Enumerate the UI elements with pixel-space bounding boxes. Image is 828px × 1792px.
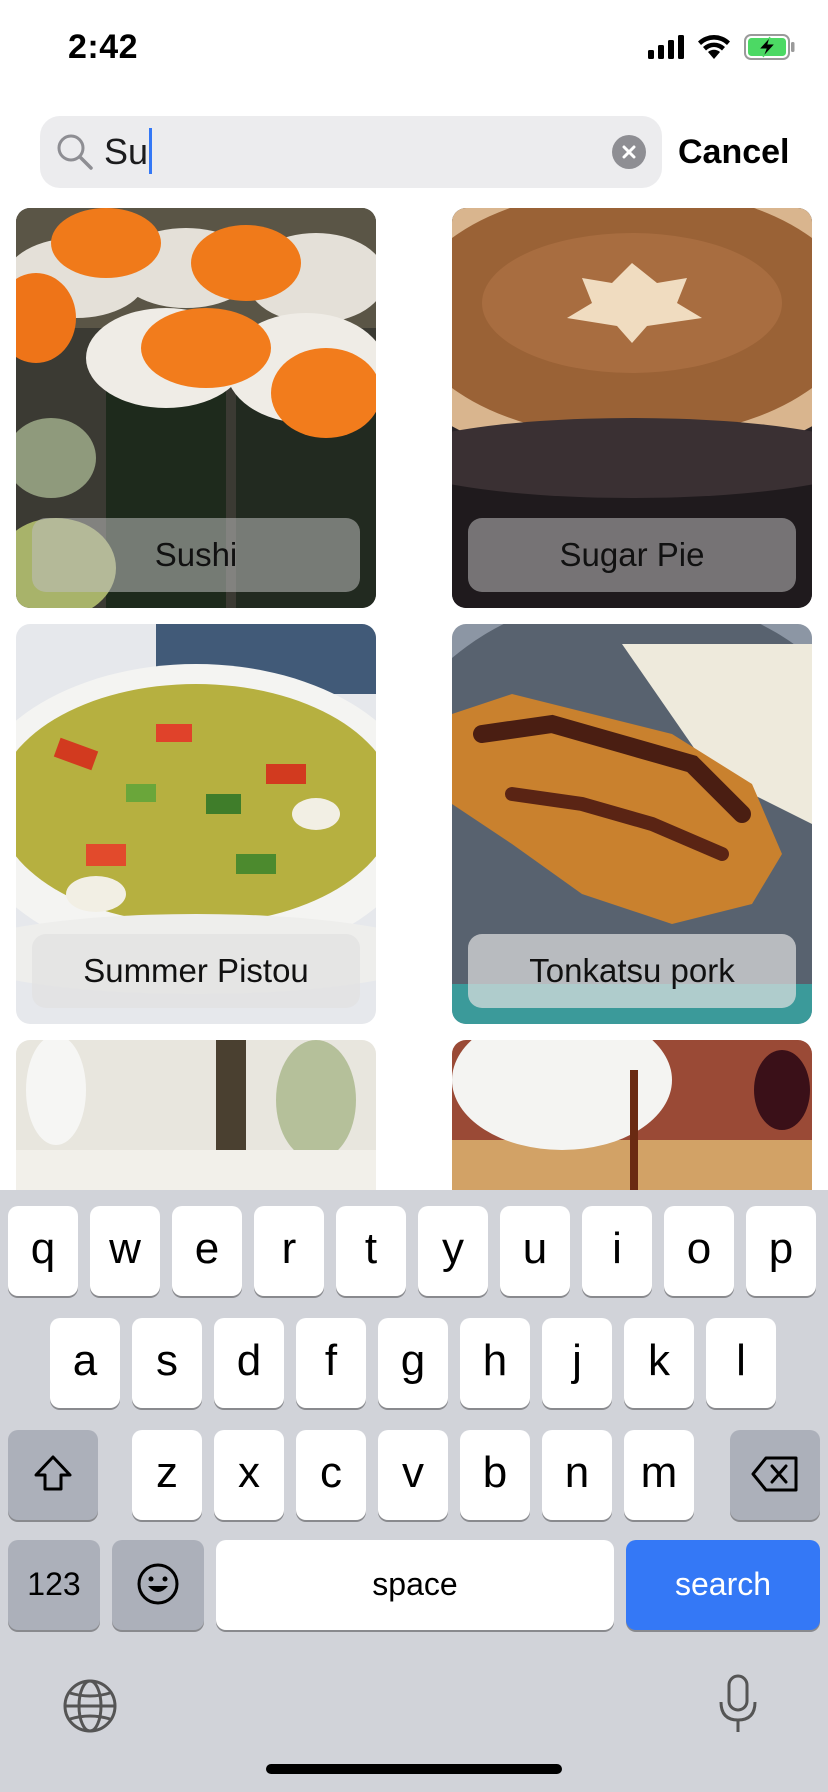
search-row: Su Cancel bbox=[40, 116, 800, 188]
signal-icon bbox=[648, 35, 684, 59]
battery-charging-icon bbox=[744, 34, 795, 60]
shift-key[interactable] bbox=[8, 1430, 98, 1520]
recipe-photo bbox=[16, 1040, 376, 1190]
key-n[interactable]: n bbox=[542, 1430, 612, 1520]
recipe-card-summer-pistou[interactable]: Summer Pistou bbox=[16, 624, 376, 1024]
shift-icon bbox=[34, 1455, 72, 1491]
key-e[interactable]: e bbox=[172, 1206, 242, 1296]
clear-search-button[interactable] bbox=[612, 135, 646, 169]
home-indicator[interactable] bbox=[266, 1764, 562, 1774]
key-u[interactable]: u bbox=[500, 1206, 570, 1296]
key-m[interactable]: m bbox=[624, 1430, 694, 1520]
key-q[interactable]: q bbox=[8, 1206, 78, 1296]
status-bar: 2:42 bbox=[0, 0, 828, 100]
key-a[interactable]: a bbox=[50, 1318, 120, 1408]
key-g[interactable]: g bbox=[378, 1318, 448, 1408]
key-h[interactable]: h bbox=[460, 1318, 530, 1408]
key-x[interactable]: x bbox=[214, 1430, 284, 1520]
search-results-grid: Sushi Sugar Pie Summer Pistou Tonkatsu p… bbox=[0, 208, 828, 1190]
key-v[interactable]: v bbox=[378, 1430, 448, 1520]
recipe-photo bbox=[452, 1040, 812, 1190]
text-caret bbox=[149, 128, 153, 175]
recipe-card[interactable] bbox=[16, 1040, 376, 1190]
space-key[interactable]: space bbox=[216, 1540, 614, 1630]
search-key[interactable]: search bbox=[626, 1540, 820, 1630]
recipe-card-sugar-pie[interactable]: Sugar Pie bbox=[452, 208, 812, 608]
key-r[interactable]: r bbox=[254, 1206, 324, 1296]
backspace-icon bbox=[751, 1456, 798, 1492]
cancel-button[interactable]: Cancel bbox=[678, 128, 790, 176]
key-b[interactable]: b bbox=[460, 1430, 530, 1520]
status-time: 2:42 bbox=[68, 28, 139, 66]
search-icon bbox=[57, 134, 93, 170]
search-field[interactable]: Su bbox=[40, 116, 662, 188]
keyboard: qwertyuiop asdfghjkl zxcvbnm 123 space s… bbox=[0, 1190, 828, 1792]
key-s[interactable]: s bbox=[132, 1318, 202, 1408]
clear-icon bbox=[622, 145, 636, 159]
recipe-card-label: Tonkatsu pork bbox=[468, 934, 796, 1008]
key-y[interactable]: y bbox=[418, 1206, 488, 1296]
delete-key[interactable] bbox=[730, 1430, 820, 1520]
search-input[interactable]: Su bbox=[104, 128, 153, 175]
key-k[interactable]: k bbox=[624, 1318, 694, 1408]
key-j[interactable]: j bbox=[542, 1318, 612, 1408]
emoji-key[interactable] bbox=[112, 1540, 204, 1630]
recipe-card[interactable] bbox=[452, 1040, 812, 1190]
recipe-card-label: Sugar Pie bbox=[468, 518, 796, 592]
key-c[interactable]: c bbox=[296, 1430, 366, 1520]
key-z[interactable]: z bbox=[132, 1430, 202, 1520]
globe-icon[interactable] bbox=[62, 1678, 118, 1734]
key-l[interactable]: l bbox=[706, 1318, 776, 1408]
key-p[interactable]: p bbox=[746, 1206, 816, 1296]
numbers-key[interactable]: 123 bbox=[8, 1540, 100, 1630]
microphone-icon[interactable] bbox=[716, 1674, 760, 1736]
recipe-card-label: Summer Pistou bbox=[32, 934, 360, 1008]
key-i[interactable]: i bbox=[582, 1206, 652, 1296]
key-o[interactable]: o bbox=[664, 1206, 734, 1296]
recipe-card-label: Sushi bbox=[32, 518, 360, 592]
recipe-card-tonkatsu-pork[interactable]: Tonkatsu pork bbox=[452, 624, 812, 1024]
search-input-value: Su bbox=[104, 131, 149, 172]
recipe-card-sushi[interactable]: Sushi bbox=[16, 208, 376, 608]
emoji-icon bbox=[137, 1563, 179, 1605]
key-d[interactable]: d bbox=[214, 1318, 284, 1408]
key-f[interactable]: f bbox=[296, 1318, 366, 1408]
wifi-icon bbox=[698, 35, 730, 59]
status-icons bbox=[648, 34, 796, 60]
key-t[interactable]: t bbox=[336, 1206, 406, 1296]
key-w[interactable]: w bbox=[90, 1206, 160, 1296]
